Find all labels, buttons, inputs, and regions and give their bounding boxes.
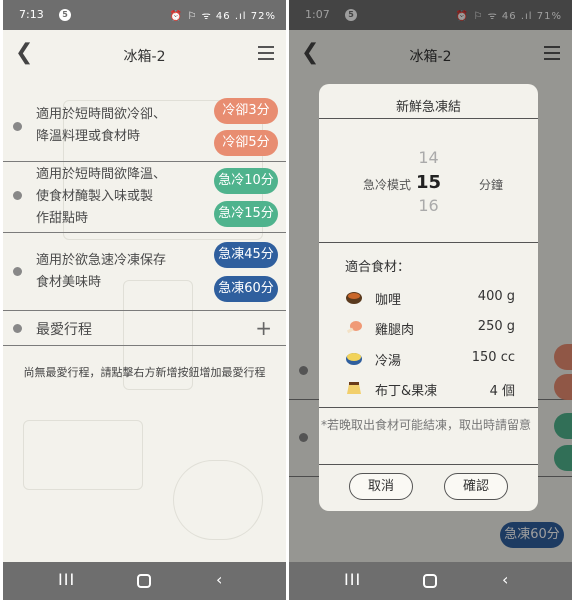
system-nav-bar: III ‹ — [3, 562, 286, 600]
divider — [319, 407, 538, 408]
chill-10min-button[interactable]: 急冷10分 — [214, 168, 278, 194]
mode-description: 適用於短時間欲冷卻、 降溫料理或食材時 — [36, 104, 166, 148]
favorites-row: 最愛行程 + — [3, 312, 286, 346]
recent-apps-button[interactable]: III — [58, 570, 75, 589]
food-name: 雞腿肉 — [375, 323, 415, 338]
favorites-empty-message: 尚無最愛行程，請點擊右方新增按鈕增加最愛行程 — [23, 366, 266, 379]
mode-description-line: 適用於短時間欲降溫、 — [36, 167, 167, 182]
mode-description-line: 作甜點時 — [36, 211, 89, 226]
picker-unit: 分鐘 — [479, 178, 504, 192]
right-phone-screen: 1:07 5 ⏰ ⚐ ᯤ 46 .ıl 71% ❮ 冰箱-2 急凍60分 新鮮急… — [289, 0, 572, 600]
food-item: 雞腿肉 250 g — [345, 317, 515, 339]
cool-3min-button[interactable]: 冷卻3分 — [214, 98, 278, 124]
status-time: 7:13 — [19, 8, 44, 21]
food-amount: 250 g — [477, 319, 515, 334]
status-bar: 7:13 5 ⏰ ⚐ ᯤ 46 .ıl 72% — [3, 0, 286, 30]
mode-description-line: 適用於短時間欲冷卻、 — [36, 107, 167, 122]
hamburger-menu-icon[interactable] — [258, 46, 274, 60]
add-favorite-button[interactable]: + — [255, 316, 272, 340]
mode-description: 適用於欲急速冷凍保存 食材美味時 — [36, 250, 166, 294]
home-button[interactable] — [137, 574, 151, 588]
mode-description-line: 食材美味時 — [36, 275, 102, 290]
mode-row-cool: 適用於短時間欲冷卻、 降溫料理或食材時 冷卻3分 冷卻5分 — [3, 90, 286, 162]
food-name: 咖哩 — [375, 293, 402, 308]
food-amount: 150 cc — [471, 350, 515, 365]
quick-freeze-dialog: 新鮮急凍結 急冷模式 14 15 16 分鐘 適合食材： 咖哩 400 g 雞腿… — [319, 84, 538, 511]
soup-icon — [346, 353, 362, 365]
mode-description: 適用於短時間欲降溫、 使食材醃製入味或製 作甜點時 — [36, 164, 166, 230]
picker-current-value[interactable]: 15 — [319, 172, 538, 193]
bullet-icon — [13, 191, 22, 200]
left-phone-screen: 7:13 5 ⏰ ⚐ ᯤ 46 .ıl 72% ❮ 冰箱-2 適用於短時間欲冷卻… — [3, 0, 286, 600]
status-icons-glyphs: ⏰ ⚐ ᯤ 46 .ıl — [169, 11, 247, 22]
divider — [319, 118, 538, 119]
freeze-45min-button[interactable]: 急凍45分 — [214, 242, 278, 268]
pudding-icon — [347, 382, 361, 394]
chill-15min-button[interactable]: 急冷15分 — [214, 201, 278, 227]
divider — [319, 464, 538, 465]
system-back-button[interactable]: ‹ — [502, 570, 508, 589]
picker-prev-value[interactable]: 14 — [319, 148, 538, 167]
background-illustration — [173, 460, 263, 540]
confirm-button[interactable]: 確認 — [444, 473, 508, 500]
bullet-icon — [13, 122, 22, 131]
page-title: 冰箱-2 — [123, 49, 166, 65]
cancel-button[interactable]: 取消 — [349, 473, 413, 500]
food-item: 布丁&果凍 4 個 — [345, 378, 515, 400]
picker-next-value[interactable]: 16 — [319, 196, 538, 215]
drumstick-icon — [346, 321, 362, 334]
favorites-label: 最愛行程 — [36, 322, 92, 338]
dialog-title: 新鮮急凍結 — [395, 100, 461, 115]
mode-description-line: 適用於欲急速冷凍保存 — [36, 253, 167, 268]
suitable-foods-heading: 適合食材： — [345, 260, 411, 275]
food-item: 咖哩 400 g — [345, 287, 515, 309]
recent-apps-button[interactable]: III — [344, 570, 361, 589]
food-amount: 400 g — [477, 289, 515, 304]
bullet-icon — [13, 324, 22, 333]
background-illustration — [23, 420, 143, 490]
food-amount: 4 個 — [489, 384, 515, 399]
system-back-button[interactable]: ‹ — [216, 570, 222, 589]
home-button[interactable] — [423, 574, 437, 588]
status-icons: ⏰ ⚐ ᯤ 46 .ıl 72% — [170, 8, 276, 22]
food-item: 冷湯 150 cc — [345, 348, 515, 370]
system-nav-bar: III ‹ — [289, 562, 572, 600]
curry-icon — [346, 292, 362, 304]
battery-level: 72% — [250, 11, 276, 22]
mode-description-line: 使食材醃製入味或製 — [36, 189, 154, 204]
thaw-warning-text: *若晚取出食材可能結凍，取出時請留意 — [321, 418, 532, 432]
divider — [319, 242, 538, 243]
mode-row-freeze: 適用於欲急速冷凍保存 食材美味時 急凍45分 急凍60分 — [3, 234, 286, 311]
cool-5min-button[interactable]: 冷卻5分 — [214, 130, 278, 156]
notification-badge: 5 — [59, 9, 71, 21]
food-name: 布丁&果凍 — [375, 384, 438, 399]
food-name: 冷湯 — [375, 354, 402, 369]
mode-row-chill: 適用於短時間欲降溫、 使食材醃製入味或製 作甜點時 急冷10分 急冷15分 — [3, 163, 286, 233]
freeze-60min-button[interactable]: 急凍60分 — [214, 276, 278, 302]
mode-description-line: 降溫料理或食材時 — [36, 129, 141, 144]
bullet-icon — [13, 267, 22, 276]
app-bar: ❮ 冰箱-2 — [3, 30, 286, 80]
